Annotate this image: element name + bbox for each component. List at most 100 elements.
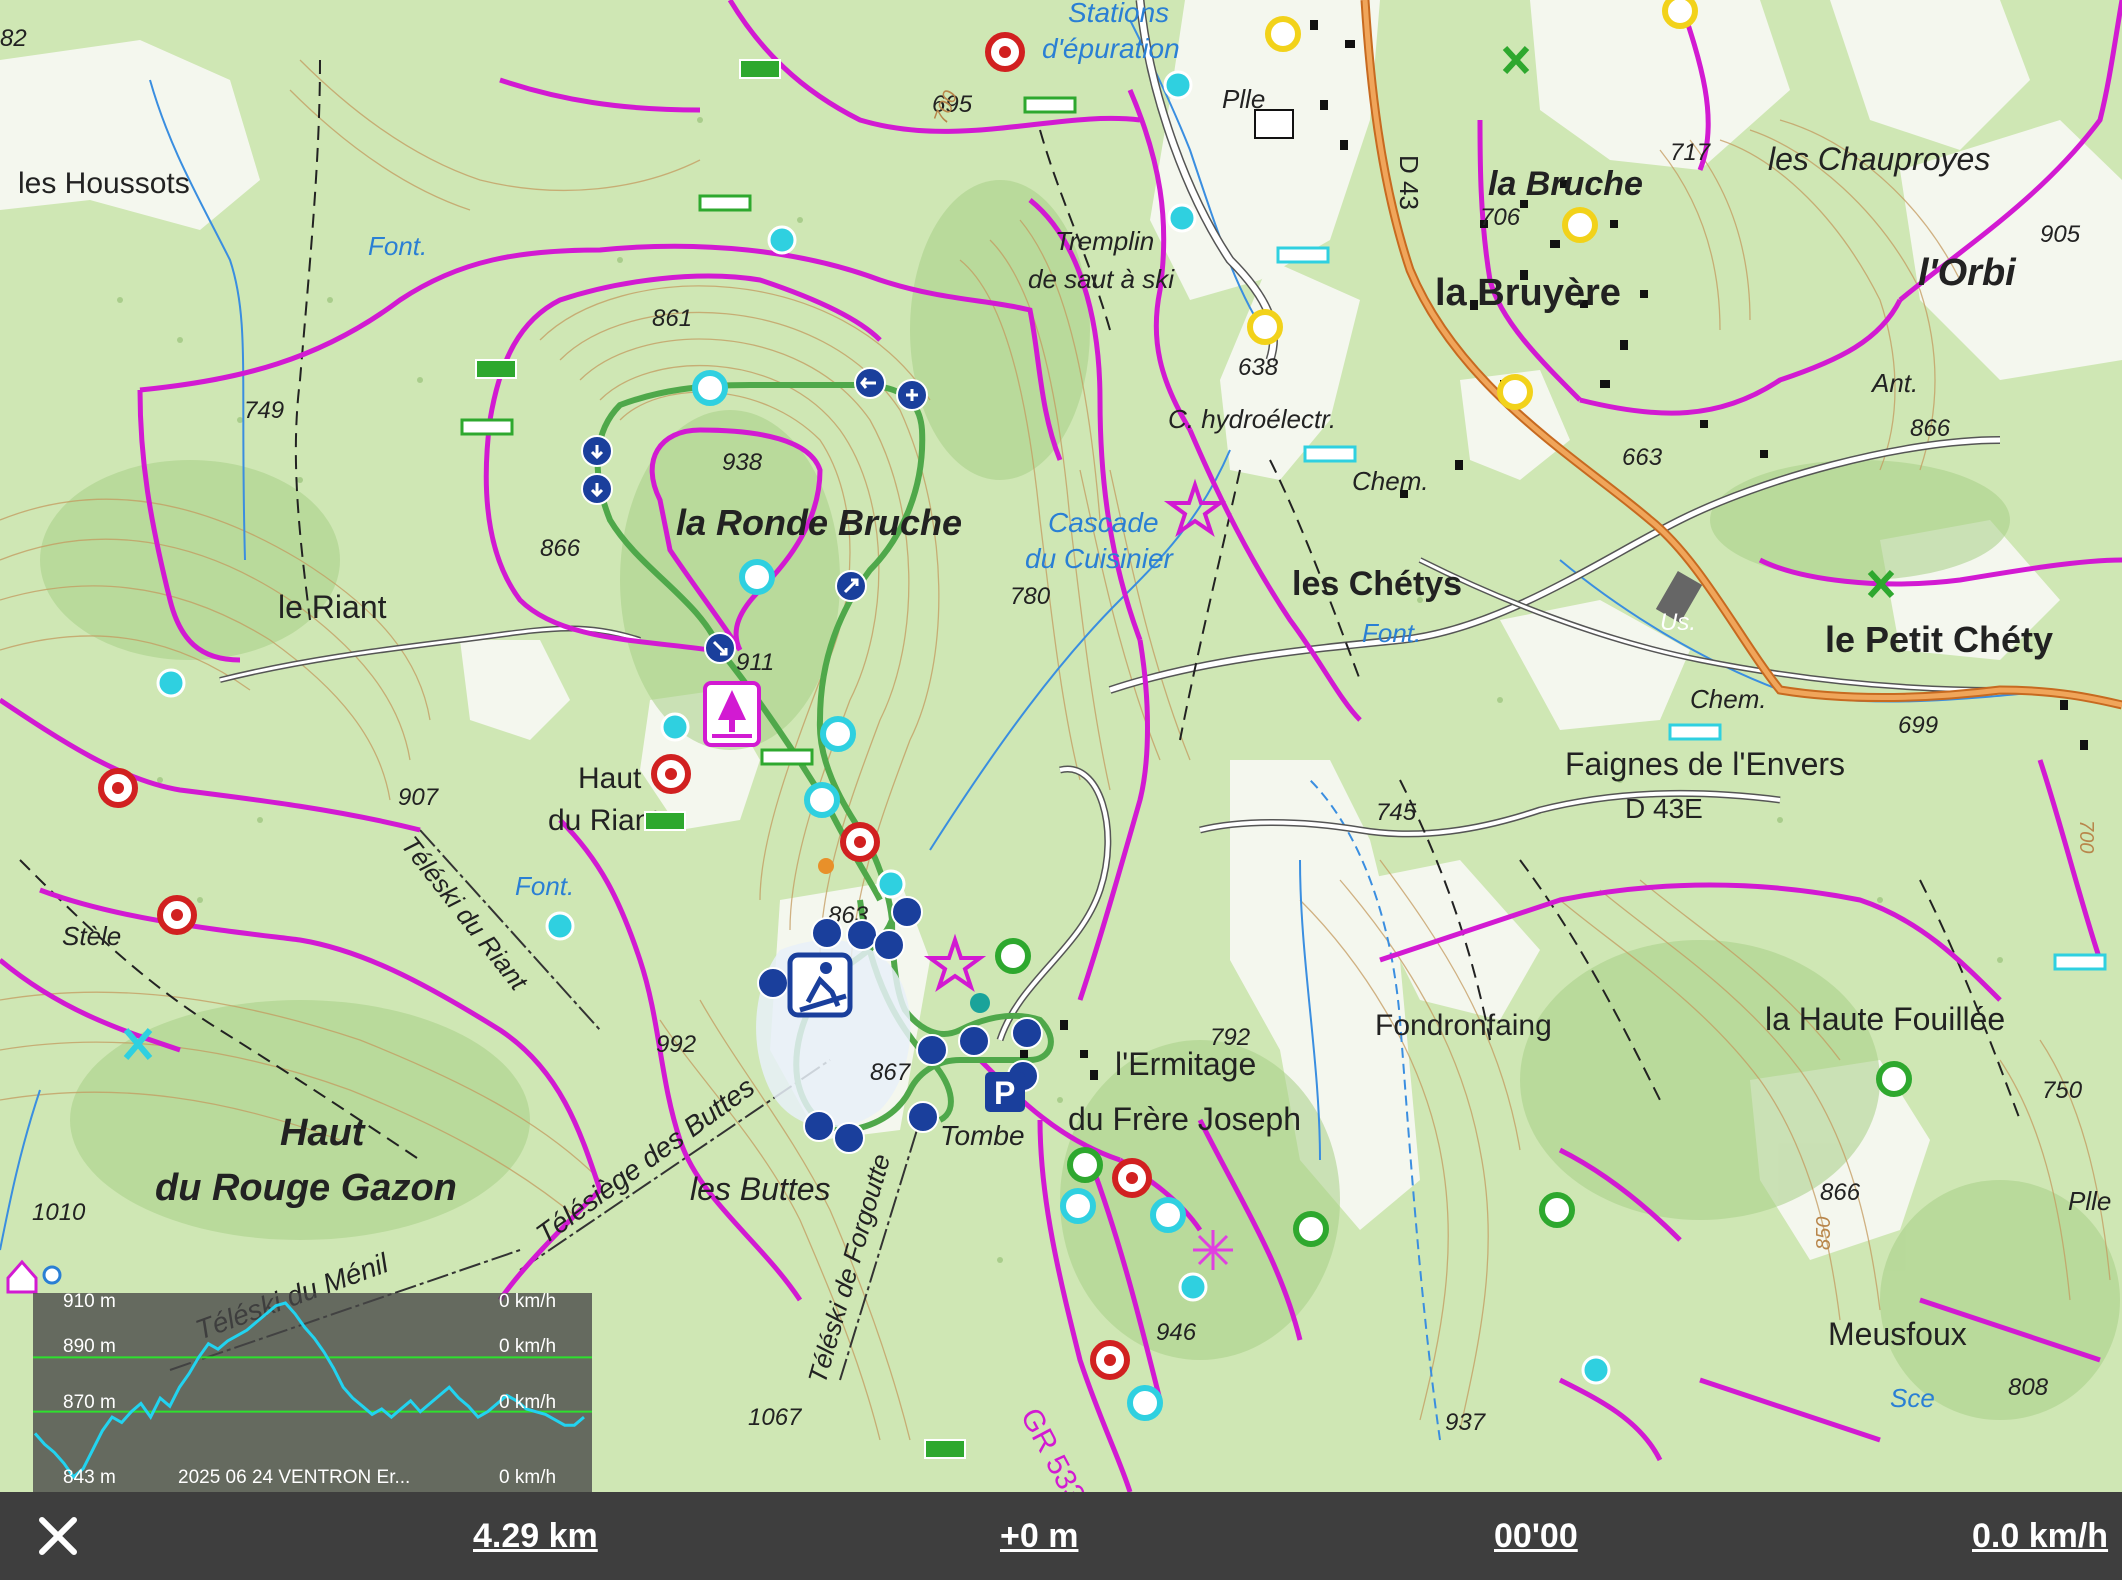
alt-749: 749	[244, 397, 284, 424]
stat-distance[interactable]: 4.29 km	[473, 1492, 598, 1580]
profile-elevation-line	[33, 1301, 585, 1480]
poi-teal-dot[interactable]	[970, 993, 990, 1013]
stat-time[interactable]: 00'00	[1494, 1492, 1578, 1580]
profile-speed-3: 0 km/h	[499, 1392, 557, 1413]
label-meusfoux: Meusfoux	[1828, 1316, 1967, 1352]
label-chem-1: Chem.	[1352, 466, 1429, 496]
alt-905: 905	[2040, 221, 2081, 248]
stats-bar: 4.29 km +0 m 00'00 0.0 km/h	[0, 1492, 2122, 1580]
alt-699: 699	[1898, 712, 1938, 739]
alt-663: 663	[1622, 444, 1663, 471]
label-tremplin-2: de saut à ski	[1028, 264, 1175, 294]
label-haut-rouge-1: Haut	[280, 1112, 366, 1154]
label-hydro: C. hydroélectr.	[1168, 404, 1336, 434]
label-chetys: les Chétys	[1292, 565, 1462, 603]
label-ermitage-1: l'Ermitage	[1115, 1046, 1256, 1082]
label-ermitage-2: du Frère Joseph	[1068, 1101, 1301, 1137]
elevation-profile[interactable]: 910 m 890 m 870 m 843 m 0 km/h 0 km/h 0 …	[33, 1291, 592, 1492]
profile-label-843: 843 m	[63, 1467, 116, 1488]
alt-850: 850	[1813, 1217, 1835, 1250]
alt-792: 792	[1210, 1024, 1250, 1051]
label-haut-riant-1: Haut	[578, 762, 642, 795]
alt-937: 937	[1445, 1409, 1487, 1436]
label-petit-chety: le Petit Chéty	[1825, 619, 2053, 660]
alt-1067: 1067	[748, 1404, 803, 1431]
profile-label-890: 890 m	[63, 1336, 116, 1357]
profile-track-name: 2025 06 24 VENTRON Er...	[178, 1467, 411, 1488]
label-buttes: les Buttes	[690, 1171, 831, 1207]
label-chauproyes: les Chauproyes	[1768, 141, 1990, 177]
alt-938: 938	[722, 449, 763, 476]
red-marker	[1112, 1158, 1152, 1198]
label-la-bruyere: la Bruyère	[1435, 272, 1621, 314]
nordic-ski-icon[interactable]	[787, 952, 853, 1018]
label-houssots: les Houssots	[18, 167, 190, 200]
alt-700b: 700	[2075, 820, 2097, 853]
label-tombe: Tombe	[940, 1120, 1025, 1151]
label-cascade-1: Cascade	[1048, 507, 1159, 538]
alt-808: 808	[2008, 1374, 2049, 1401]
alt-866a: 866	[540, 535, 581, 562]
alt-706: 706	[1480, 204, 1521, 231]
label-haute-fouillee: la Haute Fouillée	[1765, 1001, 2005, 1037]
alt-717: 717	[1670, 139, 1712, 166]
label-stations-2: d'épuration	[1042, 33, 1180, 64]
profile-speed-1: 0 km/h	[499, 1291, 557, 1312]
label-la-bruche: la Bruche	[1488, 165, 1643, 203]
label-ronde-bruche: la Ronde Bruche	[676, 502, 962, 543]
label-haut-riant-2: du Riant	[548, 804, 660, 837]
profile-label-910: 910 m	[63, 1291, 116, 1312]
alt-82: 82	[0, 25, 27, 52]
red-marker	[840, 822, 880, 862]
label-haut-rouge-2: du Rouge Gazon	[155, 1167, 457, 1209]
label-font-1: Font.	[368, 231, 427, 261]
label-sce: Sce	[1890, 1383, 1935, 1413]
alt-992: 992	[656, 1031, 696, 1058]
poi-orange-dot[interactable]	[818, 858, 834, 874]
parking-icon[interactable]: P	[985, 1072, 1025, 1112]
alt-907: 907	[398, 784, 440, 811]
red-marker	[1090, 1340, 1130, 1380]
alt-1010: 1010	[32, 1199, 86, 1226]
label-cascade-2: du Cuisinier	[1025, 543, 1175, 574]
alt-867: 867	[870, 1059, 912, 1086]
alt-946: 946	[1156, 1319, 1197, 1346]
red-marker	[98, 768, 138, 808]
viewpoint-icon[interactable]	[1193, 1230, 1233, 1270]
label-orbi: l'Orbi	[1918, 252, 2017, 294]
red-marker	[985, 32, 1025, 72]
alt-780: 780	[1010, 583, 1051, 610]
label-ant: Ant.	[1870, 368, 1918, 398]
label-stele: Stèle	[62, 921, 121, 951]
close-icon[interactable]	[28, 1506, 88, 1566]
label-stations-1: Stations	[1068, 0, 1169, 28]
label-d43e: D 43E	[1625, 793, 1703, 824]
label-tremplin-1: Tremplin	[1055, 226, 1154, 256]
alt-866b: 866	[1910, 415, 1951, 442]
alt-750: 750	[2042, 1077, 2083, 1104]
profile-speed-2: 0 km/h	[499, 1336, 557, 1357]
label-font-3: Font.	[1362, 618, 1421, 648]
label-plle-2: Plle	[2068, 1186, 2111, 1216]
alt-638: 638	[1238, 354, 1279, 381]
stat-elevation[interactable]: +0 m	[1000, 1492, 1078, 1580]
picnic-icon[interactable]	[703, 681, 761, 747]
label-us: Us.	[1660, 609, 1696, 636]
red-marker	[157, 895, 197, 935]
alt-866c: 866	[1820, 1179, 1861, 1206]
label-riant: le Riant	[278, 589, 387, 625]
profile-speed-4: 0 km/h	[499, 1467, 557, 1488]
stat-speed[interactable]: 0.0 km/h	[1972, 1492, 2108, 1580]
label-chem-2: Chem.	[1690, 684, 1767, 714]
label-font-2: Font.	[515, 871, 574, 901]
alt-911: 911	[736, 649, 774, 676]
alt-861: 861	[652, 305, 692, 332]
profile-label-870: 870 m	[63, 1392, 116, 1413]
label-fondronfaing: Fondronfaing	[1375, 1009, 1552, 1042]
alt-745: 745	[1376, 799, 1417, 826]
label-plle-1: Plle	[1222, 84, 1265, 114]
label-faignes: Faignes de l'Envers	[1565, 746, 1845, 782]
topo-map[interactable]: les Houssots le Riant la Ronde Bruche Ha…	[0, 0, 2122, 1492]
red-marker	[651, 754, 691, 794]
label-d43: D 43	[1394, 155, 1424, 210]
